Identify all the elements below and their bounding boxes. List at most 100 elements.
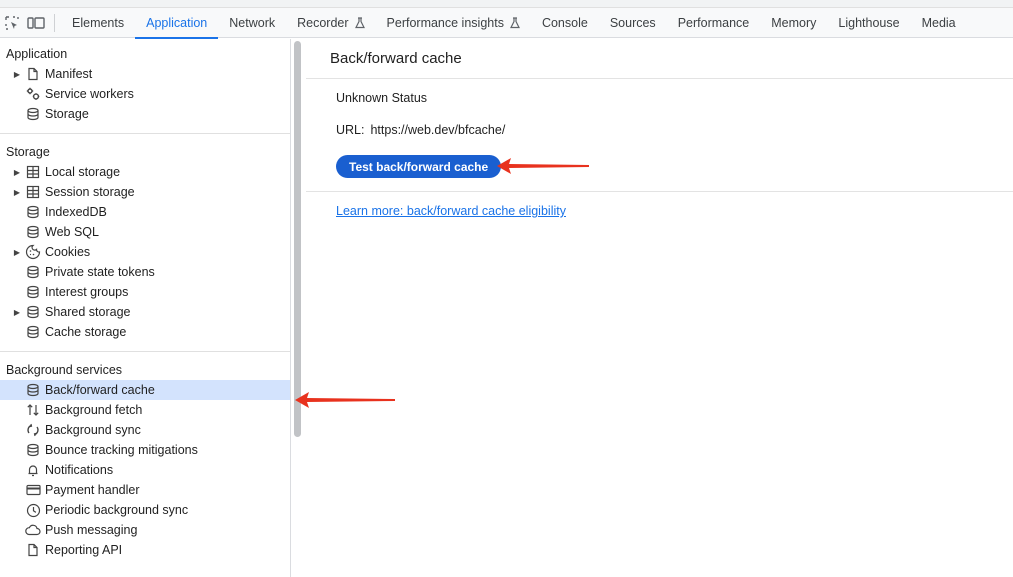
tab-console[interactable]: Console: [531, 8, 599, 38]
learn-more-link[interactable]: Learn more: back/forward cache eligibili…: [336, 204, 566, 218]
bell-icon: [23, 460, 43, 480]
sidebar-item-private-state-tokens[interactable]: Private state tokens: [0, 262, 290, 282]
tab-label: Application: [146, 15, 208, 30]
inspect-icon[interactable]: [0, 8, 24, 38]
expand-arrow-icon[interactable]: ▶: [13, 64, 21, 84]
expand-arrow-icon[interactable]: ▶: [13, 162, 21, 182]
flask-icon: [354, 16, 365, 28]
sidebar-item-reporting-api[interactable]: Reporting API: [0, 540, 290, 560]
expand-arrow-icon[interactable]: ▶: [13, 302, 21, 322]
sidebar-item-local-storage[interactable]: ▶ Local storage: [0, 162, 290, 182]
sidebar-item-label: Background sync: [45, 423, 141, 437]
scrollbar-thumb[interactable]: [294, 41, 301, 437]
section-title: Application: [6, 47, 68, 61]
annotation-arrow-sidebar: [295, 392, 395, 408]
database-icon: [23, 104, 43, 124]
sidebar-item-label: Shared storage: [45, 305, 131, 319]
sidebar-item-push-messaging[interactable]: Push messaging: [0, 520, 290, 540]
sidebar-item-label: Manifest: [45, 67, 93, 81]
panel-tabs: Elements Application Network Recorder Perfor…: [61, 8, 967, 39]
tab-memory[interactable]: Memory: [760, 8, 827, 38]
table-icon: [23, 162, 43, 182]
file-icon: [23, 540, 43, 560]
tab-network[interactable]: Network: [218, 8, 286, 38]
sidebar-item-notifications[interactable]: Notifications: [0, 460, 290, 480]
devtools-toolbar: Elements Application Network Recorder Perfor…: [0, 8, 1013, 39]
sidebar-item-indexeddb[interactable]: IndexedDB: [0, 202, 290, 222]
sidebar-item-interest-groups[interactable]: Interest groups: [0, 282, 290, 302]
database-icon: [23, 282, 43, 302]
database-icon: [23, 322, 43, 342]
sidebar-item-label: Web SQL: [45, 225, 99, 239]
tab-media[interactable]: Media: [911, 8, 967, 38]
tab-label: Sources: [609, 15, 656, 30]
sidebar-scrollbar[interactable]: [293, 39, 302, 577]
sidebar-item-manifest[interactable]: ▶ Manifest: [0, 64, 290, 84]
sidebar-item-shared-storage[interactable]: ▶ Shared storage: [0, 302, 290, 322]
section-title: Storage: [6, 145, 50, 159]
tab-lighthouse[interactable]: Lighthouse: [827, 8, 910, 38]
sidebar-item-background-fetch[interactable]: Background fetch: [0, 400, 290, 420]
cloud-icon: [23, 520, 43, 540]
sidebar-item-label: Reporting API: [45, 543, 123, 557]
main-panel: Back/forward cache Unknown Status URL: ht…: [306, 39, 1013, 577]
sidebar-item-label: Back/forward cache: [45, 383, 155, 397]
sidebar-item-label: Push messaging: [45, 523, 138, 537]
sidebar-item-label: Notifications: [45, 463, 114, 477]
tab-application[interactable]: Application: [135, 8, 219, 39]
application-sidebar: Application ▶ Manifest Service workers Stora…: [0, 39, 291, 577]
tab-label: Recorder: [297, 15, 349, 30]
tab-label: Console: [541, 15, 588, 30]
database-icon: [23, 222, 43, 242]
toolbar-separator: [54, 13, 55, 32]
tab-performance-insights[interactable]: Performance insights: [376, 8, 531, 38]
clock-icon: [23, 500, 43, 520]
sidebar-item-periodic-background-sync[interactable]: Periodic background sync: [0, 500, 290, 520]
tab-elements[interactable]: Elements: [61, 8, 135, 38]
database-icon: [23, 262, 43, 282]
database-icon: [23, 302, 43, 322]
device-toolbar-icon[interactable]: [24, 8, 48, 38]
sidebar-item-payment-handler[interactable]: Payment handler: [0, 480, 290, 500]
tab-recorder[interactable]: Recorder: [286, 8, 375, 38]
sidebar-item-cache-storage[interactable]: Cache storage: [0, 322, 290, 342]
credit-card-icon: [23, 480, 43, 500]
sidebar-item-service-workers[interactable]: Service workers: [0, 84, 290, 104]
sidebar-item-label: Storage: [45, 107, 89, 121]
sidebar-item-storage[interactable]: Storage: [0, 104, 290, 124]
tab-label: Network: [229, 15, 276, 30]
divider: [306, 191, 1013, 192]
tab-label: Elements: [72, 15, 125, 30]
tab-label: Performance: [677, 15, 750, 30]
url-row: URL: https://web.dev/bfcache/: [336, 123, 505, 137]
sidebar-divider: [0, 133, 290, 134]
table-icon: [23, 182, 43, 202]
tab-label: Media: [921, 15, 956, 30]
tab-performance[interactable]: Performance: [667, 8, 761, 38]
sidebar-divider: [0, 351, 290, 352]
section-title: Background services: [6, 363, 123, 377]
sidebar-item-bounce-tracking-mitigations[interactable]: Bounce tracking mitigations: [0, 440, 290, 460]
sidebar-item-label: Session storage: [45, 185, 135, 199]
tab-sources[interactable]: Sources: [599, 8, 667, 38]
sidebar-item-web-sql[interactable]: Web SQL: [0, 222, 290, 242]
database-icon: [23, 202, 43, 222]
sidebar-item-label: Cache storage: [45, 325, 127, 339]
expand-arrow-icon[interactable]: ▶: [13, 242, 21, 262]
sidebar-item-session-storage[interactable]: ▶ Session storage: [0, 182, 290, 202]
sidebar-item-label: Service workers: [45, 87, 134, 101]
database-icon: [23, 440, 43, 460]
flask-icon: [509, 16, 520, 28]
sidebar-item-label: Payment handler: [45, 483, 140, 497]
expand-arrow-icon[interactable]: ▶: [13, 182, 21, 202]
sidebar-item-label: Private state tokens: [45, 265, 155, 279]
page-title: Back/forward cache: [306, 39, 1013, 79]
sidebar-item-back-forward-cache[interactable]: Back/forward cache: [0, 380, 290, 400]
tab-label: Memory: [771, 15, 817, 30]
tab-label: Lighthouse: [838, 15, 900, 30]
sidebar-item-cookies[interactable]: ▶ Cookies: [0, 242, 290, 262]
sidebar-item-background-sync[interactable]: Background sync: [0, 420, 290, 440]
url-value: https://web.dev/bfcache/: [370, 123, 506, 137]
test-bfcache-button[interactable]: Test back/forward cache: [336, 155, 502, 178]
database-icon: [23, 380, 43, 400]
